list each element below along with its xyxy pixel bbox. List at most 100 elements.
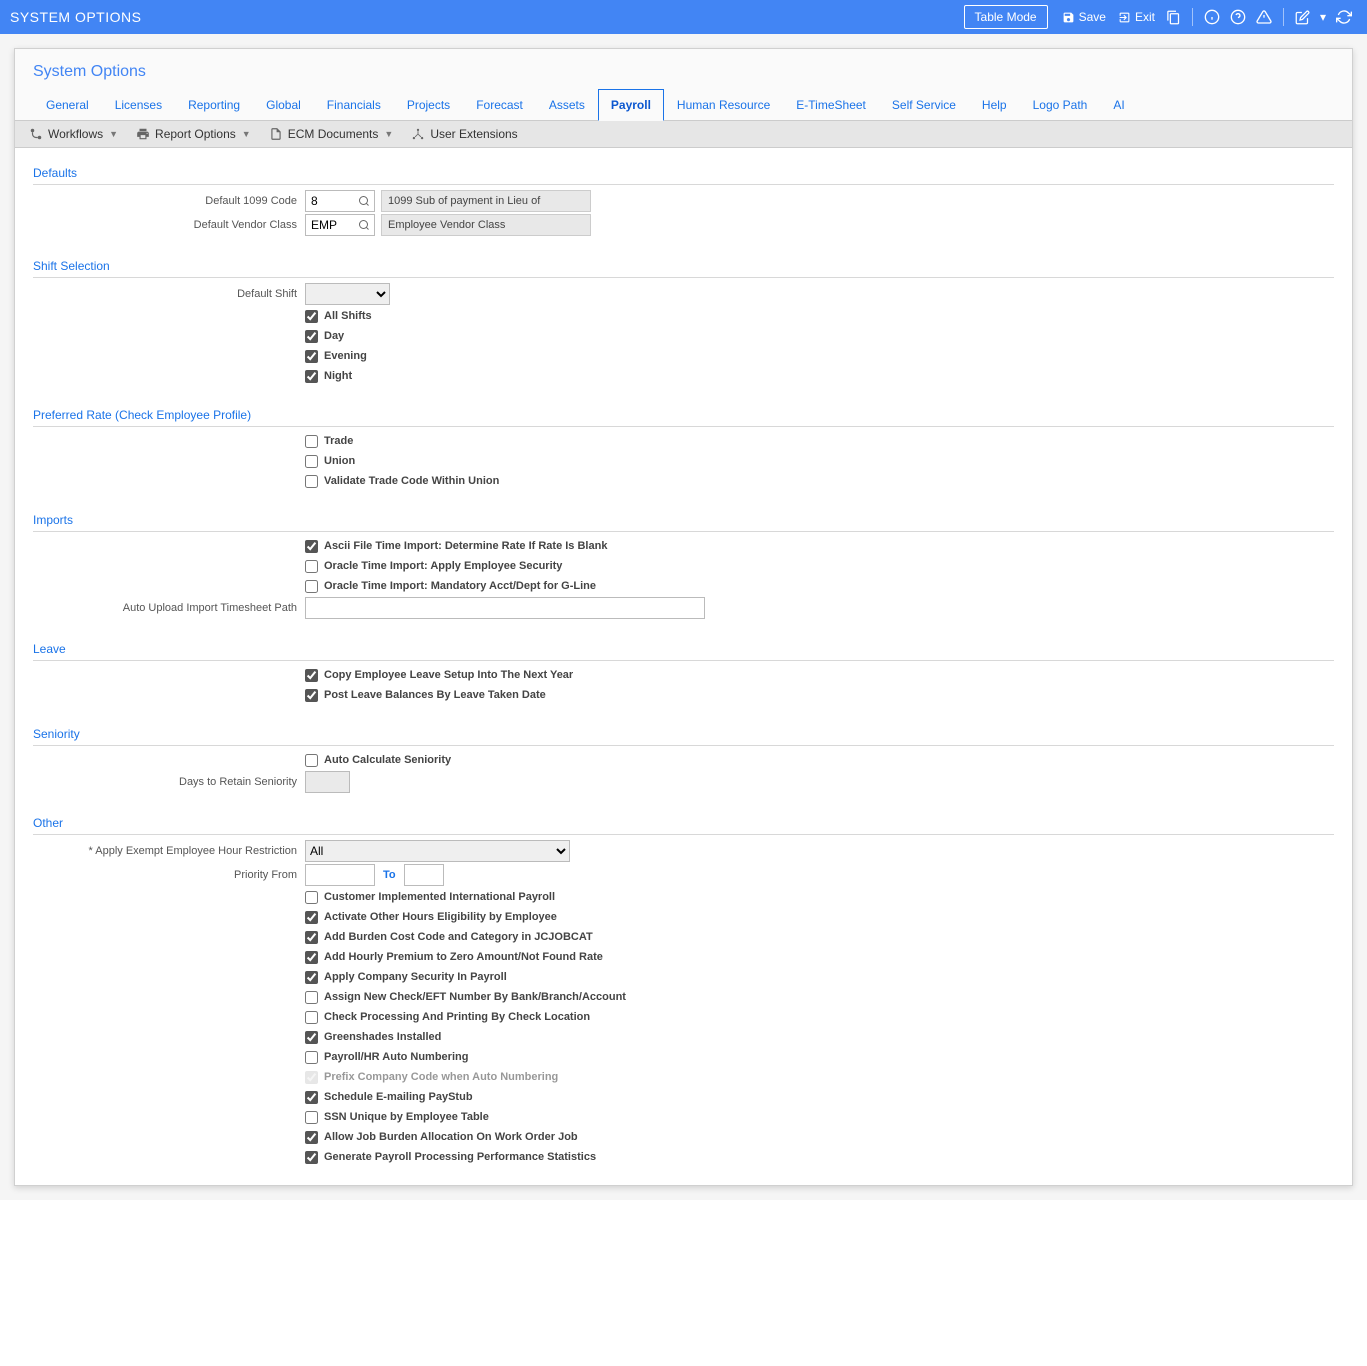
shift-checkbox-2[interactable] <box>305 350 318 363</box>
other-label-10: Schedule E-mailing PayStub <box>324 1091 473 1103</box>
exit-label: Exit <box>1135 10 1155 24</box>
default-1099-input[interactable] <box>306 191 354 211</box>
chevron-down-icon: ▼ <box>242 129 251 139</box>
tab-reporting[interactable]: Reporting <box>175 89 253 121</box>
other-label-4: Apply Company Security In Payroll <box>324 971 507 983</box>
other-label-0: Customer Implemented International Payro… <box>324 891 555 903</box>
warning-icon[interactable] <box>1256 9 1272 25</box>
tab-self-service[interactable]: Self Service <box>879 89 969 121</box>
auto-upload-input[interactable] <box>305 597 705 619</box>
preferred-label-1: Union <box>324 455 355 467</box>
section-shift-title: Shift Selection <box>33 251 1334 277</box>
preferred-checkbox-2[interactable] <box>305 475 318 488</box>
shift-label-2: Evening <box>324 350 367 362</box>
exit-icon <box>1118 11 1131 24</box>
save-button[interactable]: Save <box>1062 10 1106 24</box>
other-label-13: Generate Payroll Processing Performance … <box>324 1151 596 1163</box>
tab-e-timesheet[interactable]: E-TimeSheet <box>783 89 879 121</box>
other-checkbox-3[interactable] <box>305 951 318 964</box>
other-checkbox-10[interactable] <box>305 1091 318 1104</box>
report-options-menu[interactable]: Report Options▼ <box>136 127 251 141</box>
table-mode-button[interactable]: Table Mode <box>964 5 1048 29</box>
info-icon[interactable] <box>1204 9 1220 25</box>
auto-calc-seniority-label: Auto Calculate Seniority <box>324 754 451 766</box>
imports-checkbox-0[interactable] <box>305 540 318 553</box>
default-vendor-input[interactable] <box>306 215 354 235</box>
user-extensions-menu[interactable]: User Extensions <box>411 127 517 141</box>
save-label: Save <box>1079 10 1106 24</box>
imports-checkbox-1[interactable] <box>305 560 318 573</box>
tab-logo-path[interactable]: Logo Path <box>1020 89 1101 121</box>
other-checkbox-13[interactable] <box>305 1151 318 1164</box>
dropdown-caret-icon[interactable]: ▾ <box>1320 10 1326 24</box>
preferred-checkbox-0[interactable] <box>305 435 318 448</box>
imports-label-1: Oracle Time Import: Apply Employee Secur… <box>324 560 562 572</box>
other-checkbox-11[interactable] <box>305 1111 318 1124</box>
leave-label-1: Post Leave Balances By Leave Taken Date <box>324 689 546 701</box>
other-checkbox-0[interactable] <box>305 891 318 904</box>
other-label-7: Greenshades Installed <box>324 1031 441 1043</box>
duplicate-icon[interactable] <box>1166 10 1181 25</box>
priority-to-input[interactable] <box>404 864 444 886</box>
tab-human-resource[interactable]: Human Resource <box>664 89 783 121</box>
tab-bar: GeneralLicensesReportingGlobalFinancials… <box>15 89 1352 121</box>
tab-global[interactable]: Global <box>253 89 314 121</box>
preferred-label-0: Trade <box>324 435 353 447</box>
leave-label-0: Copy Employee Leave Setup Into The Next … <box>324 669 573 681</box>
workflows-menu[interactable]: Workflows▼ <box>29 127 118 141</box>
sub-toolbar: Workflows▼ Report Options▼ ECM Documents… <box>15 121 1352 148</box>
other-label-11: SSN Unique by Employee Table <box>324 1111 489 1123</box>
other-checkbox-6[interactable] <box>305 1011 318 1024</box>
tab-projects[interactable]: Projects <box>394 89 463 121</box>
refresh-icon[interactable] <box>1336 9 1352 25</box>
search-icon <box>358 219 370 231</box>
tab-assets[interactable]: Assets <box>536 89 598 121</box>
shift-checkbox-3[interactable] <box>305 370 318 383</box>
shift-label-1: Day <box>324 330 344 342</box>
other-label-6: Check Processing And Printing By Check L… <box>324 1011 590 1023</box>
main-panel: System Options GeneralLicensesReportingG… <box>14 48 1353 1186</box>
other-checkbox-7[interactable] <box>305 1031 318 1044</box>
lookup-vendor-button[interactable] <box>354 219 374 231</box>
lookup-1099-button[interactable] <box>354 195 374 207</box>
other-label-9: Prefix Company Code when Auto Numbering <box>324 1071 558 1083</box>
other-checkbox-1[interactable] <box>305 911 318 924</box>
chevron-down-icon: ▼ <box>384 129 393 139</box>
apply-exempt-select[interactable]: All <box>305 840 570 862</box>
other-checkbox-4[interactable] <box>305 971 318 984</box>
tab-forecast[interactable]: Forecast <box>463 89 536 121</box>
tab-ai[interactable]: AI <box>1100 89 1137 121</box>
tab-general[interactable]: General <box>33 89 102 121</box>
priority-from-input[interactable] <box>305 864 375 886</box>
tab-payroll[interactable]: Payroll <box>598 89 664 121</box>
tab-licenses[interactable]: Licenses <box>102 89 175 121</box>
default-shift-select[interactable] <box>305 283 390 305</box>
tab-financials[interactable]: Financials <box>314 89 394 121</box>
exit-button[interactable]: Exit <box>1118 10 1155 24</box>
other-checkbox-5[interactable] <box>305 991 318 1004</box>
priority-from-label: Priority From <box>33 869 305 881</box>
other-checkbox-8[interactable] <box>305 1051 318 1064</box>
apply-exempt-label: * Apply Exempt Employee Hour Restriction <box>33 845 305 857</box>
shift-checkbox-1[interactable] <box>305 330 318 343</box>
section-defaults-title: Defaults <box>33 158 1334 184</box>
preferred-checkbox-1[interactable] <box>305 455 318 468</box>
section-seniority-title: Seniority <box>33 719 1334 745</box>
other-label-5: Assign New Check/EFT Number By Bank/Bran… <box>324 991 626 1003</box>
auto-calc-seniority-checkbox[interactable] <box>305 754 318 767</box>
default-1099-label: Default 1099 Code <box>33 195 305 207</box>
section-leave-title: Leave <box>33 634 1334 660</box>
leave-checkbox-1[interactable] <box>305 689 318 702</box>
imports-checkbox-2[interactable] <box>305 580 318 593</box>
tab-help[interactable]: Help <box>969 89 1020 121</box>
ecm-documents-menu[interactable]: ECM Documents▼ <box>269 127 394 141</box>
shift-checkbox-0[interactable] <box>305 310 318 323</box>
edit-icon[interactable] <box>1295 10 1310 25</box>
days-retain-input[interactable] <box>305 771 350 793</box>
other-checkbox-12[interactable] <box>305 1131 318 1144</box>
other-label-8: Payroll/HR Auto Numbering <box>324 1051 468 1063</box>
other-checkbox-2[interactable] <box>305 931 318 944</box>
leave-checkbox-0[interactable] <box>305 669 318 682</box>
other-checkbox-9[interactable] <box>305 1071 318 1084</box>
help-icon[interactable] <box>1230 9 1246 25</box>
